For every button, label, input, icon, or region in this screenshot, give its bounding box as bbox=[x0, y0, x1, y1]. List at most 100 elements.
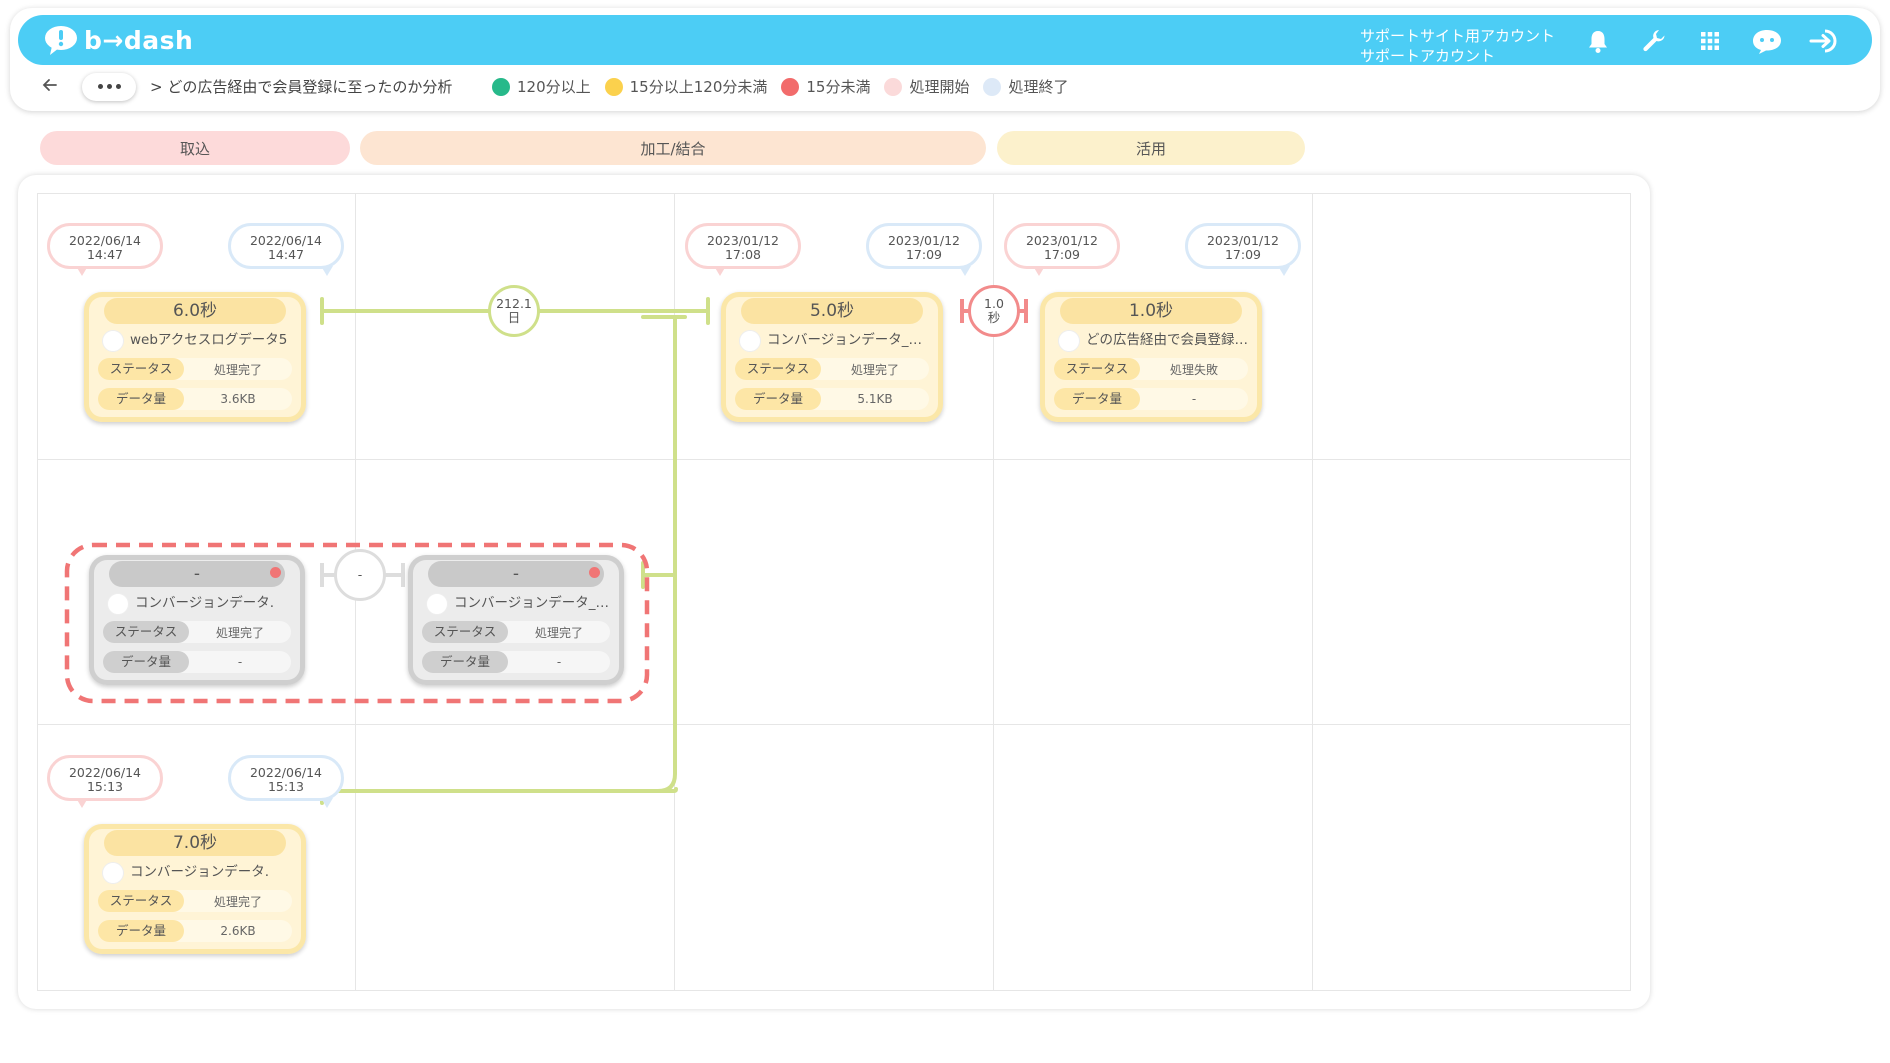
gap-value: - bbox=[357, 567, 363, 582]
chat-bot-icon[interactable] bbox=[1750, 27, 1784, 55]
end-date: 2022/06/14 bbox=[249, 233, 323, 248]
status-key: ステータス bbox=[103, 621, 189, 643]
top-panel: b→dash サポートサイト用アカウント サポートアカウント > どの広告経由で… bbox=[10, 8, 1880, 111]
end-time-bubble: 2022/06/14 15:13 bbox=[228, 755, 344, 801]
end-date: 2023/01/12 bbox=[887, 233, 961, 248]
size-key: データ量 bbox=[1054, 388, 1140, 410]
status-field: ステータス 処理完了 bbox=[735, 358, 929, 380]
end-date: 2023/01/12 bbox=[1206, 233, 1280, 248]
wrench-icon[interactable] bbox=[1640, 27, 1668, 55]
status-key: ステータス bbox=[1054, 358, 1140, 380]
legend-dot bbox=[781, 77, 800, 96]
bell-icon[interactable] bbox=[1584, 27, 1612, 55]
legend-item: 15分未満 bbox=[781, 76, 870, 97]
job-card[interactable]: 5.0秒 コンバージョンデータ_… ステータス 処理完了 データ量 5.1KB bbox=[721, 292, 943, 422]
legend-label: 15分未満 bbox=[806, 78, 871, 96]
size-value: 2.6KB bbox=[220, 924, 256, 938]
start-date: 2022/06/14 bbox=[68, 765, 142, 780]
start-time: 17:08 bbox=[724, 247, 762, 262]
grid-apps-icon[interactable] bbox=[1696, 27, 1724, 55]
gap-unit: 秒 bbox=[987, 310, 1001, 325]
size-field: データ量 5.1KB bbox=[735, 388, 929, 410]
start-time-bubble: 2022/06/14 15:13 bbox=[47, 755, 163, 801]
link-line bbox=[321, 787, 678, 793]
size-field: データ量 - bbox=[103, 651, 291, 673]
logout-icon[interactable] bbox=[1808, 27, 1842, 55]
legend: 120分以上 15分以上120分未満 15分未満 処理開始 処理終了 bbox=[492, 76, 1068, 97]
job-name: webアクセスログデータ5 bbox=[130, 332, 288, 348]
link-line bbox=[656, 315, 677, 793]
status-value: 処理完了 bbox=[215, 625, 264, 640]
job-duration: 6.0秒 bbox=[104, 298, 286, 324]
status-field: ステータス 処理失敗 bbox=[1054, 358, 1248, 380]
end-time: 17:09 bbox=[905, 247, 943, 262]
start-time: 17:09 bbox=[1043, 247, 1081, 262]
job-card[interactable]: - コンバージョンデータ_… ステータス 処理完了 データ量 - bbox=[408, 555, 624, 685]
size-value: 3.6KB bbox=[220, 392, 256, 406]
end-date: 2022/06/14 bbox=[249, 765, 323, 780]
account-name: サポートサイト用アカウント bbox=[1360, 27, 1556, 45]
size-key: データ量 bbox=[735, 388, 821, 410]
back-arrow-icon[interactable] bbox=[38, 73, 62, 97]
end-time-bubble: 2023/01/12 17:09 bbox=[1185, 223, 1301, 269]
dot-icon bbox=[107, 84, 112, 89]
phase-process: 加工/結合 bbox=[360, 131, 986, 165]
breadcrumb-bar: > どの広告経由で会員登録に至ったのか分析 120分以上 15分以上120分未満… bbox=[10, 73, 1880, 105]
gap-badge: - bbox=[334, 549, 386, 601]
legend-item: 処理終了 bbox=[983, 76, 1068, 97]
dot-icon bbox=[98, 84, 103, 89]
start-date: 2022/06/14 bbox=[68, 233, 142, 248]
app-header: b→dash サポートサイト用アカウント サポートアカウント bbox=[18, 15, 1872, 65]
start-date: 2023/01/12 bbox=[706, 233, 780, 248]
legend-dot bbox=[492, 77, 510, 96]
gap-unit: 日 bbox=[507, 310, 521, 325]
size-field: データ量 3.6KB bbox=[98, 388, 292, 410]
account-user: サポートアカウント bbox=[1360, 47, 1496, 65]
job-name: コンバージョンデータ_… bbox=[767, 332, 922, 348]
gap-badge: 1.0 秒 bbox=[968, 285, 1020, 337]
size-value: - bbox=[556, 655, 562, 669]
start-time: 15:13 bbox=[86, 779, 124, 794]
legend-label: 処理開始 bbox=[909, 78, 970, 96]
status-value: 処理失敗 bbox=[1169, 362, 1218, 377]
end-time: 15:13 bbox=[267, 779, 305, 794]
legend-item: 120分以上 bbox=[492, 76, 591, 97]
status-value: 処理完了 bbox=[213, 894, 262, 909]
job-card[interactable]: 7.0秒 コンバージョンデータ. ステータス 処理完了 データ量 2.6KB bbox=[84, 824, 306, 954]
job-card[interactable]: 6.0秒 webアクセスログデータ5 ステータス 処理完了 データ量 3.6KB bbox=[84, 292, 306, 422]
legend-dot bbox=[884, 77, 903, 96]
end-time: 17:09 bbox=[1224, 247, 1262, 262]
legend-item: 処理開始 bbox=[884, 76, 969, 97]
account-info[interactable]: サポートサイト用アカウント サポートアカウント bbox=[1360, 26, 1555, 66]
size-field: データ量 - bbox=[1054, 388, 1248, 410]
legend-label: 120分以上 bbox=[517, 78, 591, 96]
job-card[interactable]: - コンバージョンデータ. ステータス 処理完了 データ量 - bbox=[89, 555, 305, 685]
job-name: どの広告経由で会員登録… bbox=[1086, 332, 1248, 348]
legend-dot bbox=[604, 77, 623, 96]
start-time: 14:47 bbox=[86, 247, 124, 262]
gap-badge: 212.1 日 bbox=[488, 285, 540, 337]
app-logo[interactable]: b→dash bbox=[42, 23, 193, 57]
job-duration: 5.0秒 bbox=[741, 298, 923, 324]
job-card[interactable]: 1.0秒 どの広告経由で会員登録… ステータス 処理失敗 データ量 - bbox=[1040, 292, 1262, 422]
end-time: 14:47 bbox=[267, 247, 305, 262]
error-dot-icon bbox=[589, 567, 600, 578]
status-field: ステータス 処理完了 bbox=[98, 358, 292, 380]
job-name: コンバージョンデータ. bbox=[130, 864, 270, 880]
job-duration: - bbox=[109, 561, 285, 587]
status-value: 処理完了 bbox=[534, 625, 583, 640]
start-time-bubble: 2023/01/12 17:08 bbox=[685, 223, 801, 269]
size-key: データ量 bbox=[98, 388, 184, 410]
legend-dot bbox=[983, 77, 1002, 96]
legend-label: 15分以上120分未満 bbox=[629, 78, 768, 96]
size-key: データ量 bbox=[98, 920, 184, 942]
gap-value: 212.1 bbox=[496, 296, 532, 311]
job-duration: 7.0秒 bbox=[104, 830, 286, 856]
status-field: ステータス 処理完了 bbox=[422, 621, 610, 643]
flow-canvas[interactable]: 212.1 日 1.0 秒 - 2022/06/14 14:47 2022/06/… bbox=[18, 175, 1650, 1009]
breadcrumb-more-button[interactable] bbox=[82, 73, 136, 101]
status-key: ステータス bbox=[735, 358, 821, 380]
status-value: 処理完了 bbox=[850, 362, 899, 377]
size-key: データ量 bbox=[103, 651, 189, 673]
start-time-bubble: 2022/06/14 14:47 bbox=[47, 223, 163, 269]
